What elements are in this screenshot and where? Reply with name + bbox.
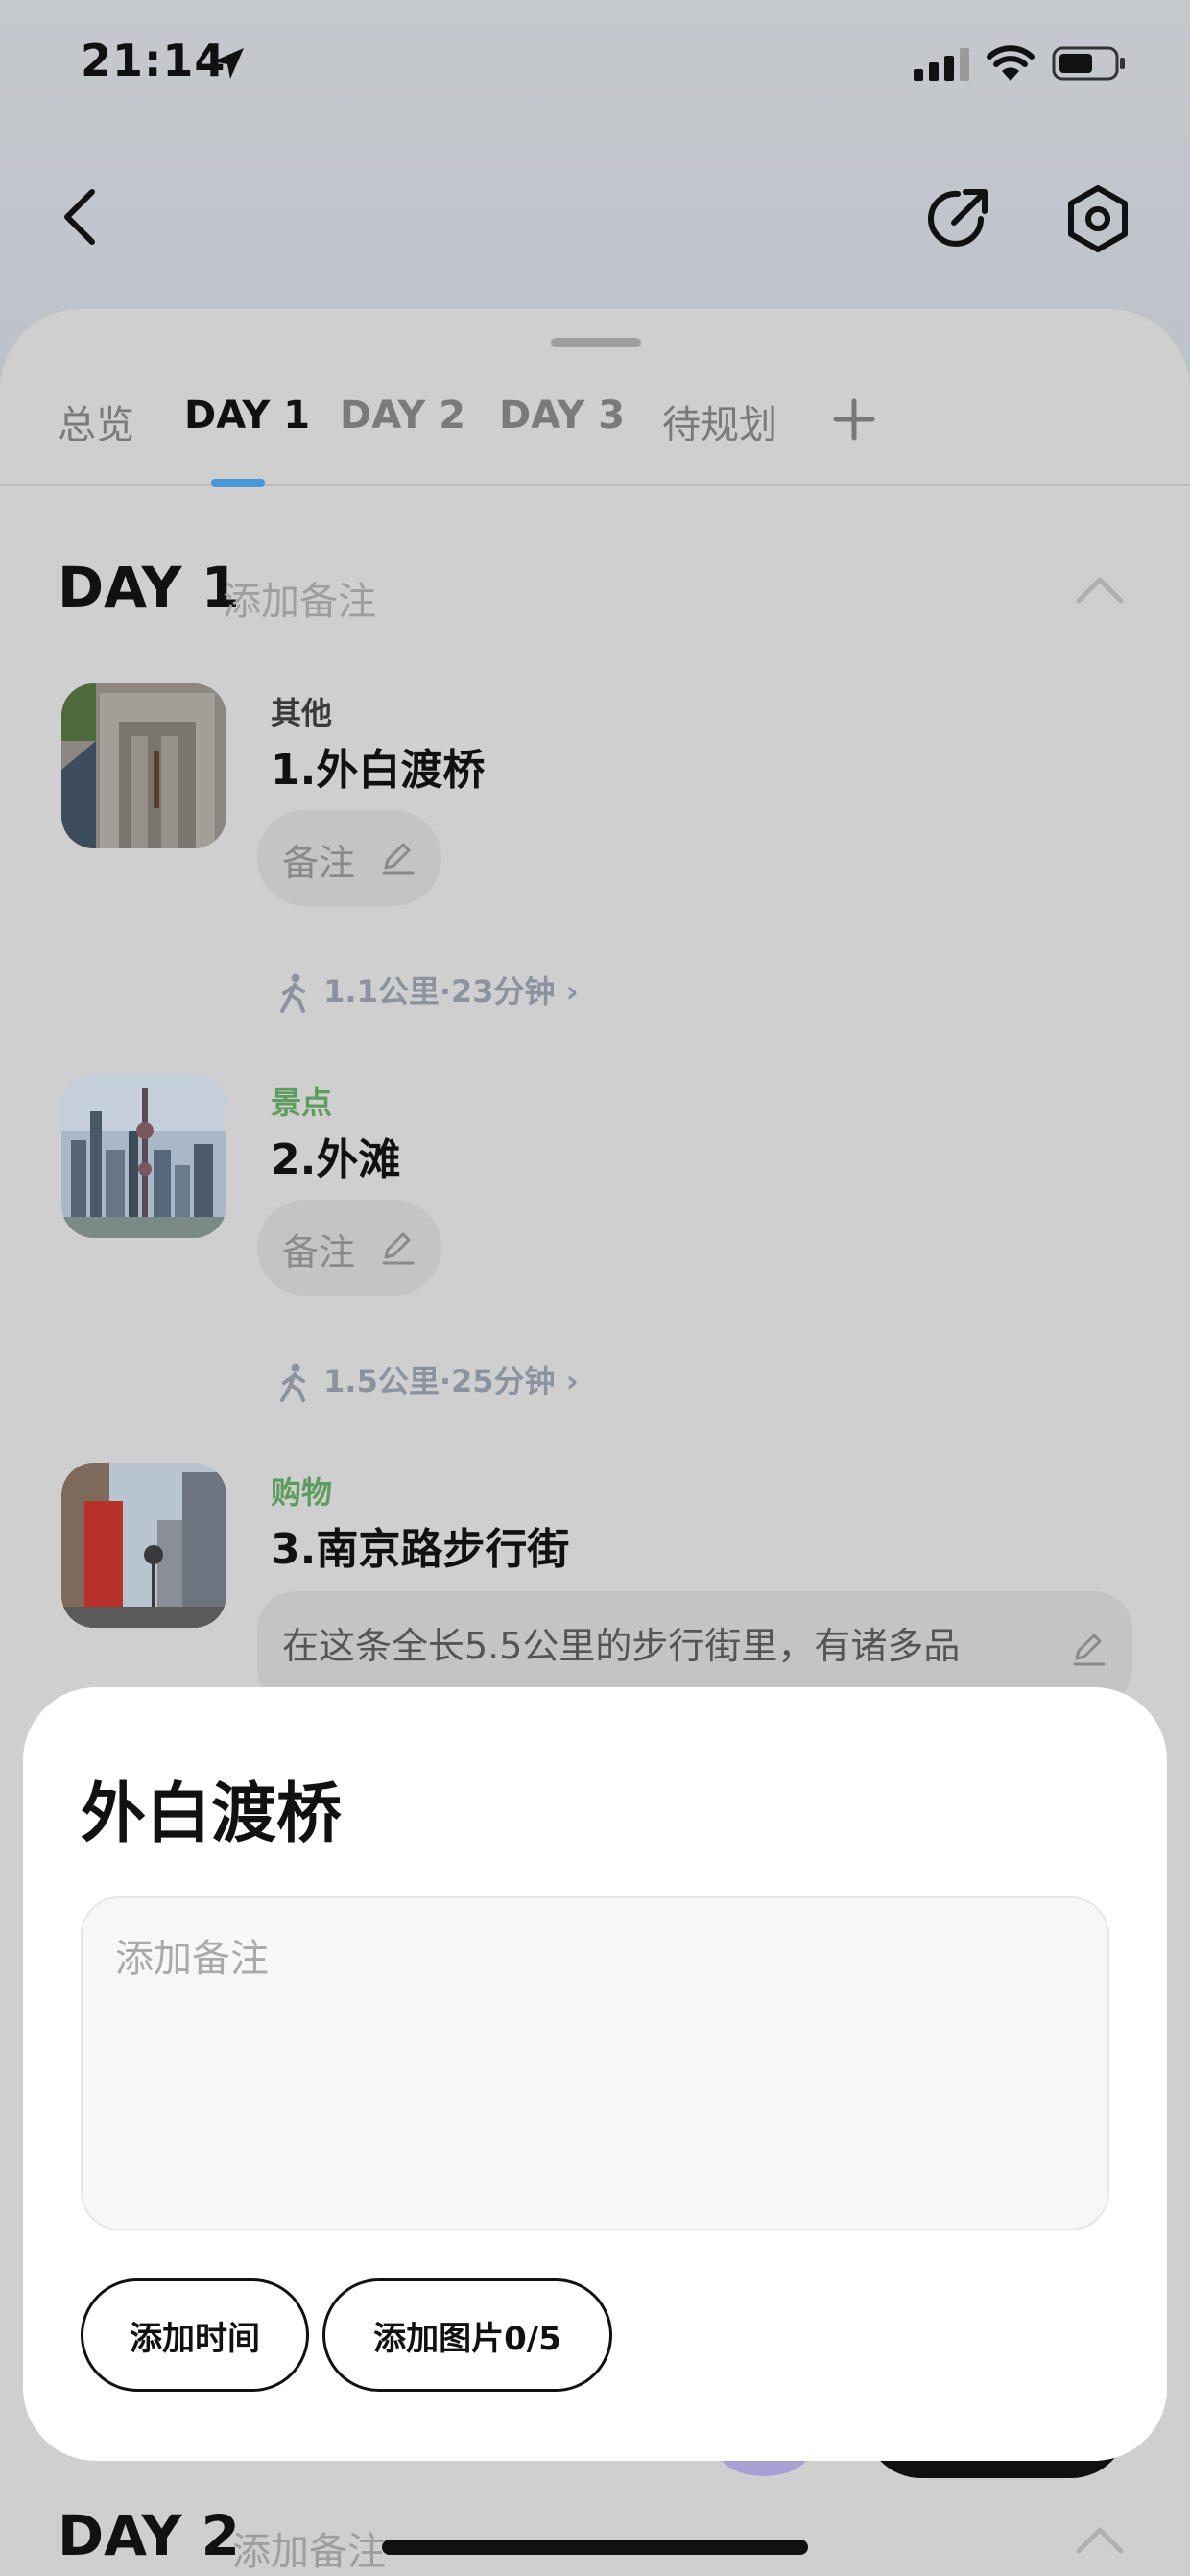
poi-note-button[interactable]: 备注	[257, 810, 441, 906]
cellular-signal-icon	[914, 48, 969, 81]
day-1-add-note[interactable]: 添加备注	[223, 570, 376, 626]
day-2-add-note[interactable]: 添加备注	[232, 2520, 386, 2576]
chevron-right-icon: ›	[565, 973, 579, 1010]
active-tab-indicator	[211, 479, 265, 487]
collapse-chevron-up-icon[interactable]	[1073, 2520, 1127, 2559]
settings-gear-icon[interactable]	[1061, 182, 1134, 255]
chevron-right-icon: ›	[565, 1363, 579, 1399]
pencil-edit-icon	[382, 1232, 415, 1265]
poi-category: 其他	[271, 695, 333, 731]
pencil-edit-icon	[382, 843, 415, 875]
status-bar: 21:14	[0, 0, 1190, 125]
walking-icon	[280, 1363, 305, 1402]
poi-note-button[interactable]: 备注	[257, 1200, 441, 1296]
poi-description-text: 在这条全长5.5公里的步行街里，有诸多品	[282, 1625, 961, 1667]
wifi-icon	[987, 45, 1035, 81]
route-distance-time: 1.1公里·23分钟	[323, 973, 556, 1010]
route-distance-time: 1.5公里·25分钟	[323, 1363, 556, 1399]
add-time-button[interactable]: 添加时间	[81, 2278, 309, 2392]
pencil-edit-icon	[1073, 1634, 1106, 1666]
tab-to-plan[interactable]: 待规划	[662, 394, 777, 449]
poi-title[interactable]: 2.外滩	[271, 1125, 400, 1186]
location-arrow-icon	[213, 48, 244, 79]
route-segment-1[interactable]: 1.1公里·23分钟 ›	[274, 967, 579, 1014]
tab-day-3[interactable]: DAY 3	[499, 394, 625, 438]
battery-icon	[1052, 46, 1125, 81]
poi-thumbnail-bridge	[61, 683, 226, 848]
share-icon[interactable]	[921, 182, 994, 255]
route-segment-2[interactable]: 1.5公里·25分钟 ›	[274, 1357, 579, 1404]
poi-title[interactable]: 1.外白渡桥	[271, 735, 485, 797]
tab-overview[interactable]: 总览	[58, 394, 134, 449]
walking-icon	[280, 973, 305, 1013]
day-tabs: 总览 DAY 1 DAY 2 DAY 3 待规划	[0, 384, 1190, 487]
poi-category: 购物	[271, 1474, 333, 1511]
poi-title[interactable]: 3.南京路步行街	[271, 1515, 569, 1576]
tab-day-1[interactable]: DAY 1	[184, 394, 310, 438]
note-textarea[interactable]: 添加备注	[81, 1896, 1109, 2230]
add-day-plus-icon[interactable]	[831, 384, 877, 453]
poi-thumbnail-bund-skyline	[61, 1073, 226, 1238]
collapse-chevron-up-icon[interactable]	[1073, 570, 1127, 608]
poi-note-label: 备注	[282, 1231, 356, 1274]
sheet-grabber[interactable]	[551, 338, 641, 347]
day-2-heading: DAY 2	[58, 2503, 241, 2568]
poi-category: 景点	[271, 1085, 333, 1121]
day-1-heading: DAY 1	[58, 555, 241, 620]
note-placeholder: 添加备注	[115, 1937, 269, 1981]
add-photo-button[interactable]: 添加图片0/5	[322, 2278, 612, 2392]
dialog-title: 外白渡桥	[81, 1777, 343, 1852]
poi-thumbnail-nanjing-road	[61, 1463, 226, 1628]
home-indicator[interactable]	[382, 2540, 808, 2555]
back-chevron-icon[interactable]	[54, 182, 111, 251]
poi-note-label: 备注	[282, 842, 356, 884]
tab-day-2[interactable]: DAY 2	[340, 394, 465, 438]
status-time: 21:14	[81, 35, 226, 86]
